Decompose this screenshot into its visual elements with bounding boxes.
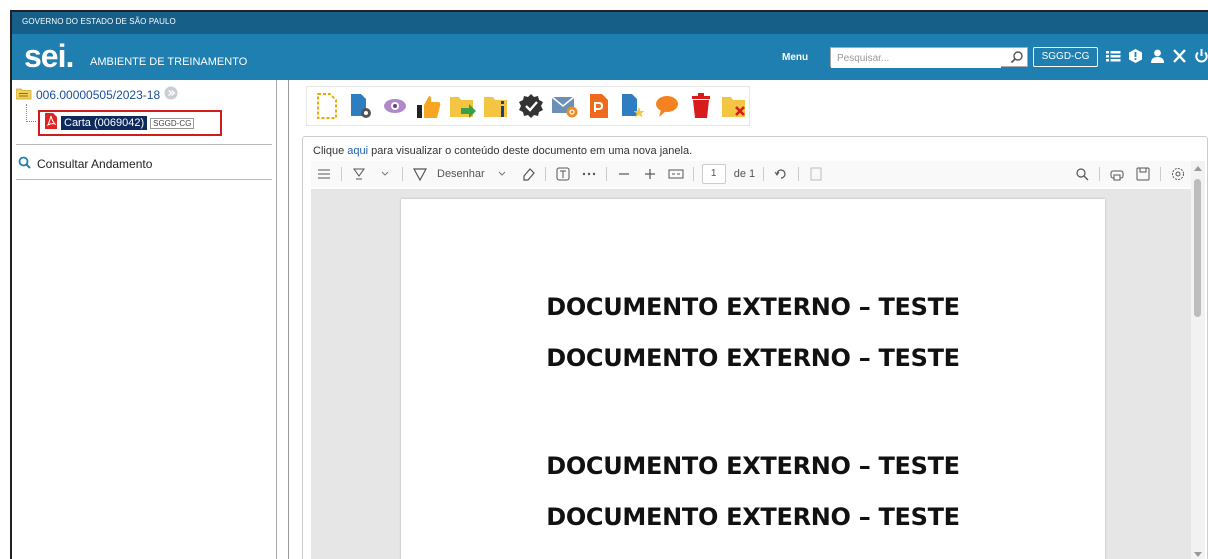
- scroll-thumb[interactable]: [1194, 179, 1201, 317]
- user-icon[interactable]: [1149, 46, 1166, 66]
- document-star-icon[interactable]: [619, 91, 647, 121]
- eraser-icon[interactable]: [519, 164, 537, 184]
- government-bar: GOVERNO DO ESTADO DE SÃO PAULO: [12, 12, 1208, 34]
- print-icon[interactable]: [1108, 164, 1126, 184]
- page-number-input[interactable]: 1: [701, 164, 726, 184]
- magnifier-icon: [18, 156, 31, 172]
- tree-connector: [26, 104, 36, 122]
- process-arrow-icon[interactable]: [164, 86, 178, 103]
- document-line: DOCUMENTO EXTERNO – TESTE: [546, 344, 960, 372]
- sidebar-toggle-icon[interactable]: [315, 164, 333, 184]
- process-tree-panel: 006.00000505/2023-18 Carta (0069042) SGG…: [12, 80, 277, 559]
- open-new-window-link[interactable]: aqui: [347, 145, 368, 157]
- consultar-label: Consultar Andamento: [37, 157, 153, 171]
- new-document-icon[interactable]: [313, 91, 341, 121]
- separator: [692, 167, 694, 181]
- search-box: [830, 47, 1028, 68]
- scroll-down-arrow[interactable]: [1194, 552, 1202, 557]
- settings-icon[interactable]: [1169, 164, 1187, 184]
- folder-info-icon[interactable]: [483, 91, 511, 121]
- list-icon[interactable]: [1105, 46, 1122, 66]
- rotate-icon[interactable]: [772, 164, 790, 184]
- separator: [605, 167, 607, 181]
- view-icon[interactable]: [381, 91, 409, 121]
- document-line: DOCUMENTO EXTERNO – TESTE: [546, 293, 960, 321]
- search-input[interactable]: [831, 49, 1001, 68]
- document-line: DOCUMENTO EXTERNO – TESTE: [546, 503, 960, 531]
- text-box-icon[interactable]: [554, 164, 572, 184]
- pdf-toolbar: Desenhar 1 de 1: [311, 161, 1191, 187]
- trash-icon[interactable]: [687, 91, 715, 121]
- environment-label: AMBIENTE DE TREINAMENTO: [90, 56, 248, 68]
- find-icon[interactable]: [1073, 164, 1091, 184]
- consultar-andamento-link[interactable]: Consultar Andamento: [18, 156, 152, 172]
- scroll-up-arrow[interactable]: [1194, 166, 1202, 171]
- highlight-icon[interactable]: [350, 164, 368, 184]
- tools-icon[interactable]: [1171, 46, 1188, 66]
- draw-label[interactable]: Desenhar: [437, 164, 485, 184]
- process-node[interactable]: 006.00000505/2023-18: [15, 86, 178, 103]
- page-total: de 1: [733, 168, 756, 180]
- panel-resize-handle[interactable]: [277, 80, 289, 559]
- page-view-icon: [807, 164, 825, 184]
- top-icons: [1105, 46, 1208, 66]
- divider: [16, 144, 272, 145]
- document-line: DOCUMENTO EXTERNO – TESTE: [546, 452, 960, 480]
- close-folder-icon[interactable]: [721, 91, 749, 121]
- menu-button[interactable]: Menu: [782, 52, 808, 63]
- folder-icon: [15, 87, 32, 103]
- signature-badge-icon[interactable]: [517, 91, 545, 121]
- document-label: Carta (0069042): [61, 116, 148, 130]
- pdf-export-icon[interactable]: [585, 91, 613, 121]
- selected-document-node[interactable]: Carta (0069042) SGGD-CG: [38, 110, 222, 136]
- draw-icon[interactable]: [411, 164, 429, 184]
- document-settings-icon[interactable]: [347, 91, 375, 121]
- logo-dot: .: [65, 38, 74, 74]
- power-icon[interactable]: [1193, 46, 1208, 66]
- pdf-viewer[interactable]: DOCUMENTO EXTERNO – TESTE DOCUMENTO EXTE…: [311, 189, 1191, 559]
- separator: [402, 167, 403, 181]
- info-icon[interactable]: [1127, 46, 1144, 66]
- divider: [16, 179, 272, 180]
- zoom-in-icon[interactable]: [641, 164, 659, 184]
- process-number: 006.00000505/2023-18: [36, 87, 161, 102]
- chevron-down-icon[interactable]: [376, 164, 394, 184]
- document-toolbar: [306, 86, 750, 126]
- comment-icon[interactable]: [653, 91, 681, 121]
- logo-text: sei: [24, 38, 66, 74]
- separator: [763, 167, 765, 181]
- sei-logo[interactable]: sei.: [24, 38, 74, 75]
- pdf-page: DOCUMENTO EXTERNO – TESTE DOCUMENTO EXTE…: [401, 199, 1105, 559]
- document-content-box: Clique aqui para visualizar o conteúdo d…: [302, 136, 1208, 559]
- more-icon[interactable]: [580, 164, 598, 184]
- hint-suffix: para visualizar o conteúdo deste documen…: [368, 145, 693, 157]
- zoom-out-icon[interactable]: [615, 164, 633, 184]
- vertical-scrollbar[interactable]: [1191, 161, 1205, 559]
- separator: [1099, 167, 1100, 181]
- search-icon[interactable]: [1010, 50, 1024, 64]
- separator: [544, 167, 546, 181]
- app-frame: GOVERNO DO ESTADO DE SÃO PAULO sei. AMBI…: [10, 10, 1208, 559]
- hint-prefix: Clique: [313, 145, 348, 157]
- chevron-down-icon[interactable]: [493, 164, 511, 184]
- fit-width-icon[interactable]: [667, 164, 685, 184]
- top-bar: sei. AMBIENTE DE TREINAMENTO Menu SGGD-C…: [12, 34, 1208, 80]
- open-new-window-hint: Clique aqui para visualizar o conteúdo d…: [313, 145, 692, 157]
- thumbs-up-icon[interactable]: [415, 91, 443, 121]
- email-icon[interactable]: [551, 91, 579, 121]
- pdf-icon: [44, 112, 58, 134]
- send-process-icon[interactable]: [449, 91, 477, 121]
- document-panel: Clique aqui para visualizar o conteúdo d…: [290, 80, 1208, 559]
- document-unit-badge: SGGD-CG: [150, 117, 195, 129]
- separator: [341, 167, 342, 181]
- unit-selector[interactable]: SGGD-CG: [1033, 47, 1098, 67]
- separator: [798, 167, 800, 181]
- save-icon[interactable]: [1134, 164, 1152, 184]
- separator: [1160, 167, 1161, 181]
